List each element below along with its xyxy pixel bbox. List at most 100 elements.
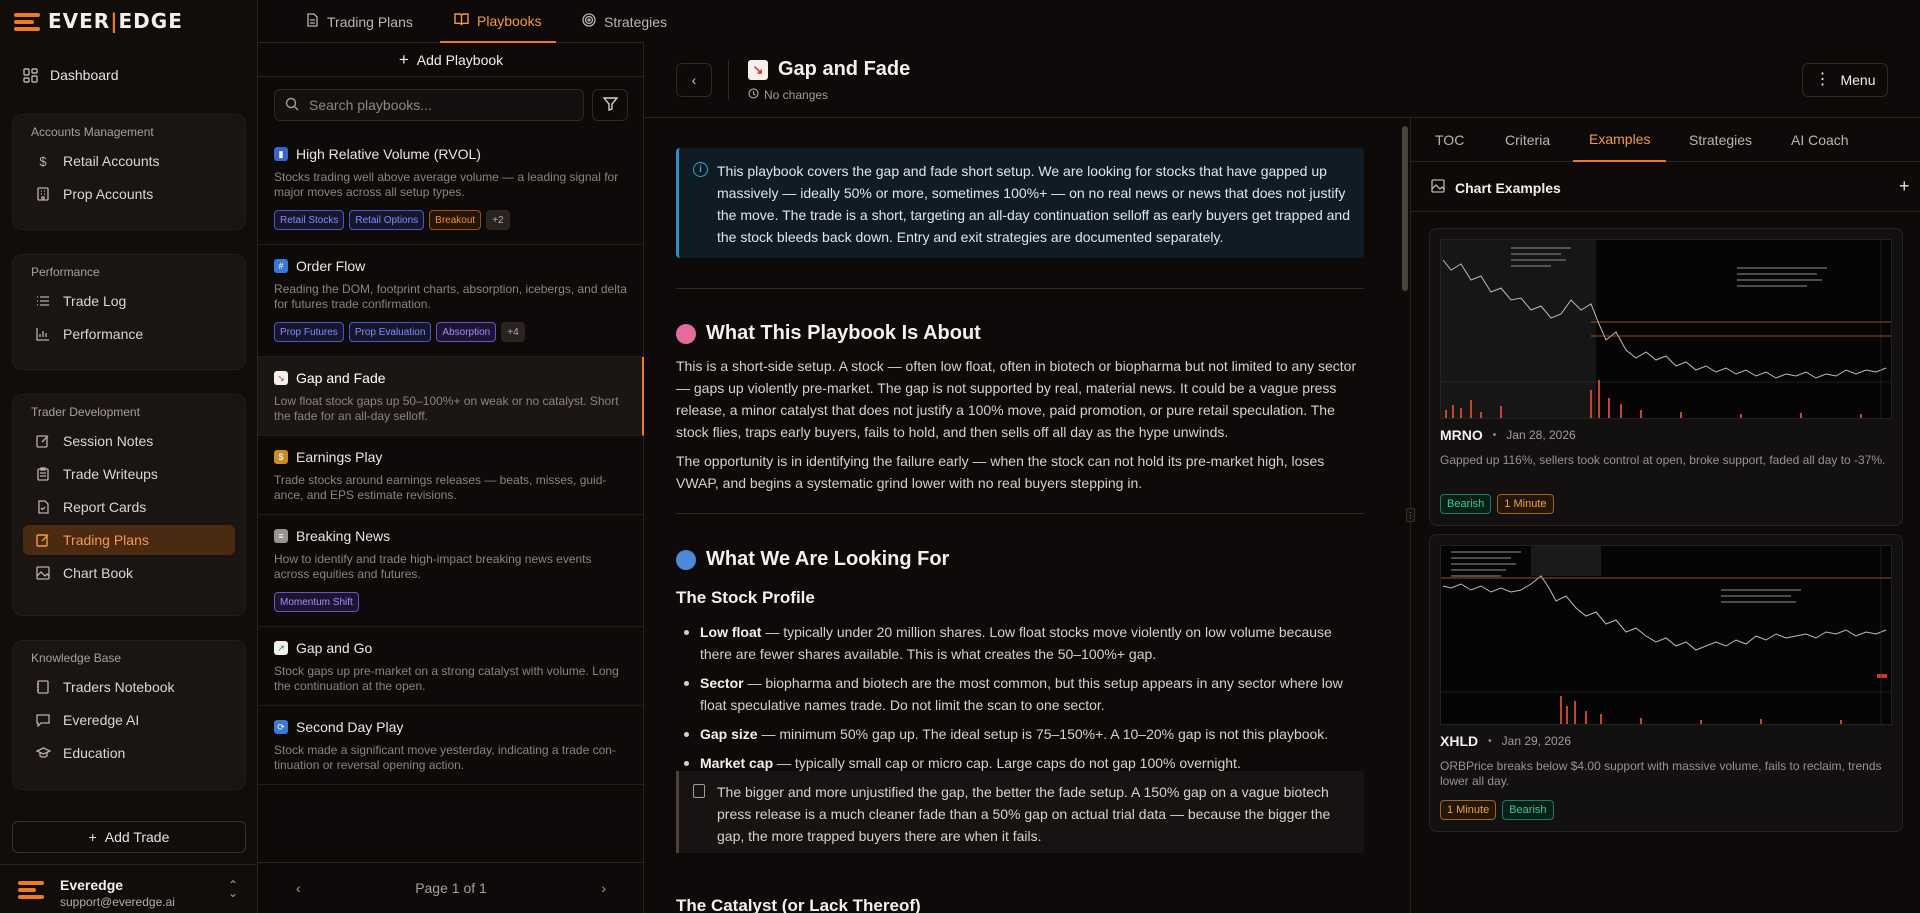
example-ticker: XHLD • Jan 29, 2026 [1440,733,1572,749]
sidebar-item-label: Dashboard [50,67,119,83]
menu-button[interactable]: ⋮ Menu [1802,63,1888,97]
playbook-item-breaking-news[interactable]: ≡ Breaking News How to identify and trade… [258,515,644,627]
add-example-button[interactable]: + [1899,176,1910,197]
heading-looking-for: What We Are Looking For [676,548,949,571]
chevron-left-icon[interactable]: ‹ [296,880,301,896]
sidebar-item-traders-notebook[interactable]: Traders Notebook [23,672,235,702]
example-card[interactable]: XHLD • Jan 29, 2026 ORBPrice breaks belo… [1429,534,1903,832]
playbook-item-order-flow[interactable]: # Order Flow Reading the DOM, footprint c… [258,245,644,357]
sidebar-item-chart-book[interactable]: Chart Book [23,558,235,588]
chart-down-icon: ↘ [274,371,288,385]
sidebar-item-performance[interactable]: Performance [23,319,235,349]
bar-chart-icon: ▮ [274,147,288,161]
tag-list: Prop Futures Prop Evaluation Absorption … [274,322,628,342]
tab-playbooks[interactable]: Playbooks [440,0,556,43]
sidebar-item-trade-log[interactable]: Trade Log [23,286,235,316]
tab-examples[interactable]: Examples [1573,118,1667,162]
tab-criteria[interactable]: Criteria [1505,118,1550,162]
playbook-item-second-day-play[interactable]: ⟳ Second Day Play Stock made a significan… [258,706,644,785]
tab-trading-plans[interactable]: Trading Plans [306,0,413,43]
list-item: Sector — biopharma and biotech are the m… [676,672,1366,716]
app-logo[interactable]: EVER|EDGE [14,9,183,33]
tag-more[interactable]: +4 [501,322,525,342]
tag-list: 1 Minute Bearish [1440,800,1554,820]
list-item: Low float — typically under 20 million s… [676,621,1366,665]
sidebar-item-trading-plans[interactable]: Trading Plans [23,525,235,555]
tab-toc[interactable]: TOC [1435,118,1464,162]
add-trade-button[interactable]: + Add Trade [12,821,246,853]
tag-chip[interactable]: Momentum Shift [274,592,359,612]
tag-chip[interactable]: Bearish [1502,800,1554,820]
plus-icon: + [88,829,97,845]
tag-chip[interactable]: Breakout [429,210,482,230]
bar-chart-icon [35,326,51,342]
user-menu[interactable]: Everedge support@everedge.ai ⌃ ⌄ [0,864,258,913]
tag-chip[interactable]: Bearish [1440,494,1492,514]
tag-chip[interactable]: 1 Minute [1497,494,1554,514]
example-description: ORBPrice breaks below $4.00 support with… [1440,759,1882,788]
article: i This playbook covers the gap and fade … [644,118,1400,913]
group-title: Performance [31,265,100,279]
tag-more[interactable]: +2 [486,210,510,230]
chart-down-icon: ↘ [748,59,768,80]
file-check-icon [35,499,51,515]
separator: • [1488,735,1492,747]
group-accounts-management: Accounts Management $ Retail Accounts Pro… [12,114,246,230]
more-vertical-icon: ⋮ [1814,71,1831,88]
filter-button[interactable] [592,89,628,121]
edit-square-icon [35,532,51,548]
sidebar-item-retail-accounts[interactable]: $ Retail Accounts [23,146,235,176]
top-tabs: Trading Plans Playbooks Strategies [258,0,667,43]
divider [676,513,1364,514]
group-performance: Performance Trade Log Performance [12,254,246,370]
sidebar-item-dashboard[interactable]: Dashboard [14,62,244,88]
clock-icon [748,88,759,102]
tag-chip[interactable]: Retail Options [349,210,425,230]
add-playbook-button[interactable]: + Add Playbook [258,43,644,77]
edit-square-icon [35,433,51,449]
sidebar-item-education[interactable]: Education [23,738,235,768]
example-card[interactable]: MRNO • Jan 28, 2026 Gapped up 116%, sell… [1429,228,1903,526]
avatar [18,879,46,901]
tag-chip[interactable]: Prop Futures [274,322,344,342]
playbook-item-gap-and-fade[interactable]: ↘ Gap and Fade Low float stock gaps up 50… [258,357,644,436]
example-ticker: MRNO • Jan 28, 2026 [1440,427,1576,443]
target-icon [582,13,596,30]
clipboard-icon [35,466,51,482]
search-input[interactable] [309,97,569,113]
playbook-item-gap-and-go[interactable]: ↗ Gap and Go Stock gaps up pre-market on … [258,627,644,706]
example-description: Gapped up 116%, sellers took control at … [1440,453,1886,467]
chevron-up-down-icon: ⌃ ⌄ [228,878,239,900]
search-box [274,89,584,121]
tag-list: Bearish 1 Minute [1440,494,1554,514]
tab-ai-coach[interactable]: AI Coach [1791,118,1849,162]
heading-catalyst: The Catalyst (or Lack Thereof) [676,896,921,913]
divider [728,60,729,100]
playbook-item-rvol[interactable]: ▮ High Relative Volume (RVOL) Stocks trad… [258,133,644,245]
tag-chip[interactable]: Retail Stocks [274,210,345,230]
document-icon [306,13,319,30]
chart-up-icon: ↗ [274,641,288,655]
image-icon [1431,179,1445,196]
playbook-item-earnings-play[interactable]: $ Earnings Play Trade stocks around earni… [258,436,644,515]
tag-chip[interactable]: Absorption [436,322,497,342]
sidebar-item-report-cards[interactable]: Report Cards [23,492,235,522]
heading-about: What This Playbook Is About [676,322,981,345]
pagination: ‹ Page 1 of 1 › [258,862,644,913]
scrollbar-thumb[interactable] [1402,126,1408,291]
sidebar-item-session-notes[interactable]: Session Notes [23,426,235,456]
sidebar-item-prop-accounts[interactable]: Prop Accounts [23,179,235,209]
tab-strategies[interactable]: Strategies [1689,118,1752,162]
right-tabs: TOC Criteria Examples Strategies AI Coac… [1411,118,1920,162]
chevron-right-icon[interactable]: › [601,880,606,896]
chart-thumbnail[interactable] [1440,239,1892,419]
logo-mark-icon [14,11,42,31]
sidebar-item-everedge-ai[interactable]: Everedge AI [23,705,235,735]
sidebar-item-trade-writeups[interactable]: Trade Writeups [23,459,235,489]
repeat-icon: ⟳ [274,720,288,734]
grid-icon [22,67,38,83]
tag-chip[interactable]: Prop Evaluation [348,322,432,342]
back-button[interactable]: ‹ [676,63,712,97]
tag-chip[interactable]: 1 Minute [1440,800,1497,820]
chart-thumbnail[interactable] [1440,545,1892,725]
